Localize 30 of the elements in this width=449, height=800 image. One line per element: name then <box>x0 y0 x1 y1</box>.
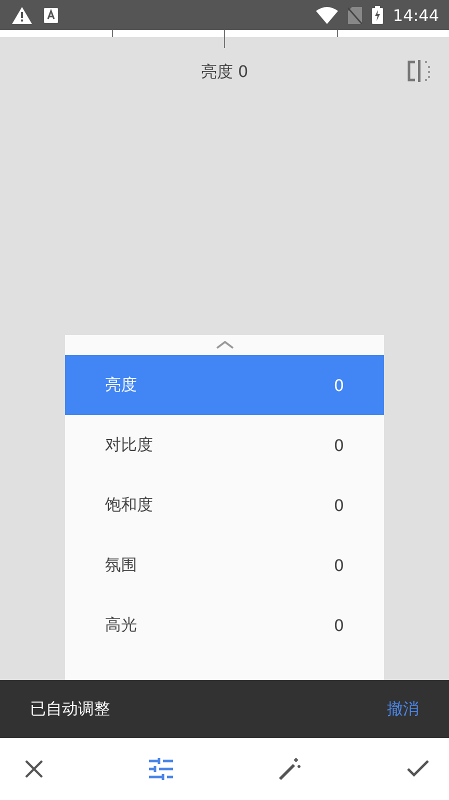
adjustment-item[interactable]: 高光 0 <box>65 595 384 655</box>
adjustment-value: 0 <box>334 376 344 394</box>
adjustment-name: 饱和度 <box>105 494 153 516</box>
adjustment-item[interactable]: 亮度 0 <box>65 355 384 415</box>
adjustment-value: 0 <box>334 556 344 574</box>
adjustment-name: 氛围 <box>105 554 137 576</box>
snackbar-message: 已自动调整 <box>30 698 110 720</box>
adjustment-item[interactable]: 饱和度 0 <box>65 475 384 535</box>
clock: 14:44 <box>392 6 439 24</box>
adjustment-name: 对比度 <box>105 434 153 456</box>
adjustment-value: 0 <box>334 616 344 634</box>
no-sim-icon <box>348 6 362 24</box>
adjustment-value: 0 <box>334 436 344 454</box>
battery-charging-icon <box>372 6 383 24</box>
adjustment-item[interactable]: 对比度 0 <box>65 415 384 475</box>
compare-icon[interactable] <box>407 60 431 82</box>
adjustment-label: 亮度 0 <box>200 62 248 82</box>
undo-button[interactable]: 撤消 <box>387 698 419 720</box>
adjustment-name: 亮度 <box>105 374 137 396</box>
adjustment-name: 高光 <box>105 614 137 636</box>
wand-icon[interactable] <box>278 757 302 781</box>
sliders-icon[interactable] <box>149 758 173 780</box>
check-icon[interactable] <box>407 760 429 778</box>
close-icon[interactable] <box>24 759 44 779</box>
adjustment-item[interactable]: 氛围 0 <box>65 535 384 595</box>
adjustment-value: 0 <box>334 496 344 514</box>
chevron-up-icon[interactable] <box>216 341 234 349</box>
notification-icon <box>44 8 58 22</box>
warning-icon <box>12 6 32 24</box>
wifi-icon <box>316 6 338 24</box>
